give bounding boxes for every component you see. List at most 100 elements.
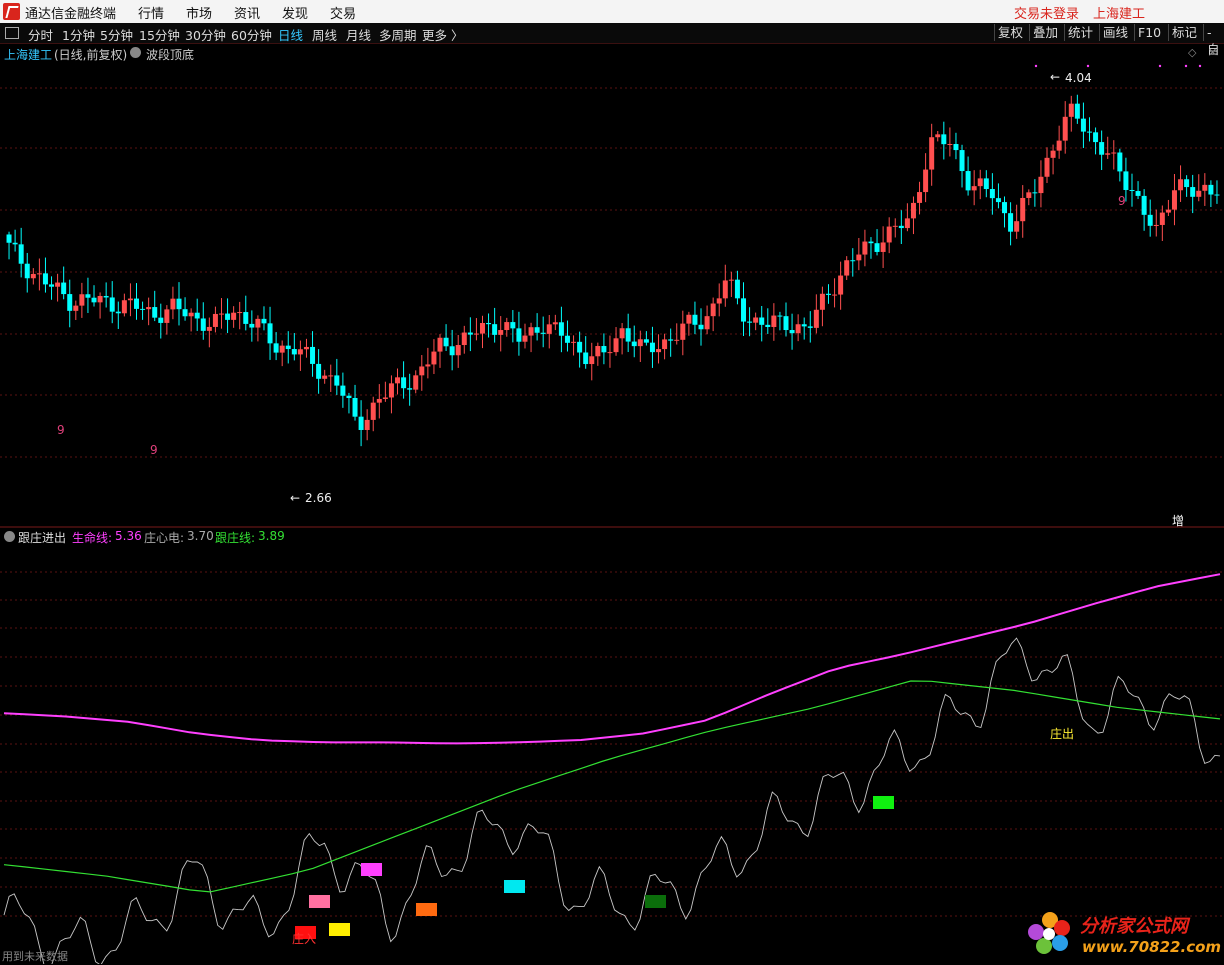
candle-body	[710, 303, 716, 317]
candle-body	[1153, 224, 1159, 226]
signal-dot	[1158, 64, 1162, 68]
candle-body	[801, 324, 807, 327]
candle-body	[1105, 153, 1111, 155]
candle-body	[789, 330, 795, 334]
candle-body	[1086, 131, 1092, 133]
candle-body	[649, 342, 655, 353]
candle-body	[552, 322, 558, 325]
candle-body	[1074, 103, 1080, 119]
high-arrow-icon: ←	[1050, 70, 1061, 84]
candle-body	[303, 346, 309, 350]
candle-body	[12, 242, 18, 245]
candle-body	[255, 318, 261, 328]
candle-body	[1020, 197, 1026, 222]
candle-body	[1050, 150, 1056, 158]
candle-body	[534, 327, 540, 333]
watermark-title: 分析家公式网	[1080, 916, 1188, 937]
candle-body	[225, 313, 231, 320]
chart-grid	[0, 87, 1224, 917]
candle-body	[322, 375, 328, 379]
chart-stock-name: 上海建工	[4, 48, 53, 62]
candle-body	[103, 295, 109, 298]
candle-body	[1032, 192, 1038, 194]
candle-body	[692, 314, 698, 325]
candle-body	[759, 317, 765, 325]
candle-body	[813, 309, 819, 328]
candle-body	[1214, 194, 1220, 196]
high-price-label: 4.04	[1065, 71, 1092, 85]
candle-body	[461, 332, 467, 346]
candle-body	[340, 385, 346, 396]
lifeline-value: 5.36	[115, 529, 142, 543]
candle-body	[704, 316, 710, 330]
watermark-logo: 分析家公式网 www.70822.com	[1022, 906, 1222, 962]
zeng-badge: 增	[1172, 514, 1185, 528]
signal-dot	[1086, 64, 1090, 68]
candle-body	[200, 318, 206, 331]
nine-mark: 9	[150, 443, 158, 457]
candle-body	[825, 293, 831, 295]
future-data-note: 用到未来数据	[2, 950, 68, 963]
candle-body	[668, 339, 674, 341]
candle-body	[929, 137, 935, 170]
candle-body	[953, 143, 959, 151]
candle-body	[558, 322, 564, 336]
chart-canvas[interactable]	[0, 0, 1224, 964]
candle-body	[941, 134, 947, 145]
candle-body	[1171, 190, 1177, 210]
lifeline-label: 生命线:	[72, 531, 113, 545]
candle-body	[1068, 103, 1074, 117]
candle-body	[1178, 179, 1184, 191]
follow-series	[3, 680, 1221, 893]
candle-body	[24, 263, 30, 279]
candle-body	[249, 323, 255, 328]
candle-body	[874, 243, 880, 252]
candle-body	[886, 226, 892, 243]
nine-mark: 9	[1118, 194, 1126, 208]
candle-body	[109, 297, 115, 312]
candle-body	[164, 309, 170, 323]
sub-indicator-name[interactable]: 跟庄进出	[18, 529, 66, 546]
candle-body	[492, 324, 498, 335]
candle-body	[449, 346, 455, 356]
candle-body	[546, 324, 552, 334]
candle-body	[42, 273, 48, 285]
low-price-label: 2.66	[305, 491, 332, 505]
candle-body	[328, 375, 334, 377]
candle-body	[680, 323, 686, 340]
candle-body	[898, 225, 904, 229]
diamond-icon[interactable]: ◇	[1188, 46, 1196, 59]
candle-body	[832, 294, 838, 296]
candle-body	[194, 312, 200, 319]
candle-body	[1165, 209, 1171, 213]
candle-body	[486, 322, 492, 325]
main-indicator-name[interactable]: 波段顶底	[146, 46, 194, 63]
candle-body	[844, 260, 850, 276]
candle-body	[364, 419, 370, 430]
low-arrow-icon: ←	[290, 491, 301, 505]
flower-logo-icon	[1028, 912, 1070, 954]
candle-body	[395, 377, 401, 384]
candle-body	[334, 375, 340, 386]
candle-body	[1026, 192, 1032, 198]
candle-body	[540, 332, 546, 334]
indicator-dropdown-icon[interactable]	[130, 47, 141, 58]
candle-body	[734, 279, 740, 299]
candle-body	[346, 395, 352, 398]
candle-body	[370, 402, 376, 420]
candle-body	[716, 298, 722, 304]
sub-indicator-dropdown-icon[interactable]	[4, 531, 15, 542]
candle-body	[443, 337, 449, 347]
candle-body	[728, 279, 734, 281]
candle-body	[49, 284, 55, 287]
candle-body	[722, 280, 728, 299]
close-icon[interactable]: ✕	[1208, 46, 1217, 59]
candle-body	[571, 341, 577, 343]
candle-body	[528, 327, 534, 336]
candle-body	[279, 345, 285, 353]
candle-body	[158, 317, 164, 323]
candle-body	[1038, 176, 1044, 194]
candle-body	[862, 241, 868, 255]
candle-body	[18, 244, 24, 264]
heart-label: 庄心电:	[144, 531, 185, 545]
